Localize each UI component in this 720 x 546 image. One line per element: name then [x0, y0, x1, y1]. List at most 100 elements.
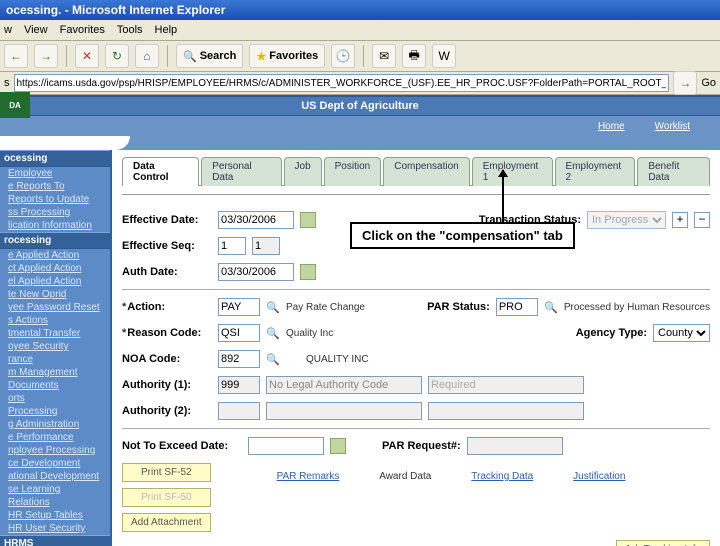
menu-item[interactable]: w [4, 24, 12, 36]
action-input[interactable] [218, 298, 260, 316]
effective-seq-1-input[interactable] [218, 237, 246, 255]
sidebar-item[interactable]: ct Applied Action [0, 262, 110, 275]
calendar-icon[interactable] [300, 264, 316, 280]
sidebar-item[interactable]: Processing [0, 405, 110, 418]
mail-button[interactable]: ✉ [372, 44, 396, 68]
justification-link[interactable]: Justification [573, 471, 625, 482]
sidebar-item[interactable]: m Management [0, 366, 110, 379]
authority-1-desc-input [266, 376, 422, 394]
tab-job[interactable]: Job [284, 157, 322, 186]
effective-seq-label: Effective Seq: [122, 240, 212, 252]
menu-item[interactable]: Tools [117, 24, 143, 36]
sidebar-item[interactable]: e Reports To [0, 180, 110, 193]
lookup-icon[interactable]: 🔍 [266, 300, 280, 314]
sidebar-item[interactable]: HR User Security [0, 522, 110, 535]
sidebar-item[interactable]: oyee Security [0, 340, 110, 353]
menu-item[interactable]: Favorites [60, 24, 105, 36]
back-button[interactable]: ← [4, 44, 28, 68]
par-remarks-link[interactable]: PAR Remarks [277, 471, 340, 482]
reason-code-label: Reason Code: [122, 327, 212, 339]
sidebar-item[interactable]: ational Development [0, 470, 110, 483]
favorites-button[interactable]: ★Favorites [249, 44, 325, 68]
tracking-data-link[interactable]: Tracking Data [471, 471, 533, 482]
sidebar-item[interactable]: ce Development [0, 457, 110, 470]
action-desc: Pay Rate Change [286, 302, 365, 313]
auth-date-input[interactable] [218, 263, 294, 281]
sidebar-item[interactable]: nployee Processing [0, 444, 110, 457]
delete-row-button[interactable]: − [694, 212, 710, 228]
agency-type-select[interactable]: County [653, 324, 710, 342]
par-status-input[interactable] [496, 298, 538, 316]
noa-code-input[interactable] [218, 350, 260, 368]
add-attachment-button[interactable]: Add Attachment [122, 513, 211, 532]
sidebar-item[interactable]: Documents [0, 379, 110, 392]
effective-date-input[interactable] [218, 211, 294, 229]
sidebar-item[interactable]: s Actions [0, 314, 110, 327]
search-icon: 🔍 [183, 50, 197, 63]
menu-item[interactable]: View [24, 24, 48, 36]
nte-date-input[interactable] [248, 437, 324, 455]
sidebar-item[interactable]: Reports to Update [0, 193, 110, 206]
nte-date-label: Not To Exceed Date: [122, 440, 242, 452]
sidebar-item[interactable]: orts [0, 392, 110, 405]
sidebar-item[interactable]: lication Information [0, 219, 110, 232]
tab-position[interactable]: Position [324, 157, 382, 186]
sidebar-item[interactable]: e Applied Action [0, 249, 110, 262]
print-sf52-button[interactable]: Print SF-52 [122, 463, 211, 482]
sidebar-item[interactable]: ss Processing [0, 206, 110, 219]
calendar-icon[interactable] [330, 438, 346, 454]
sidebar-item[interactable]: Employee [0, 167, 110, 180]
sidebar-item[interactable]: HR Setup Tables [0, 509, 110, 522]
sidebar-item[interactable]: yee Password Reset [0, 301, 110, 314]
go-button[interactable]: → [673, 71, 697, 95]
sidebar-item[interactable]: tmental Transfer [0, 327, 110, 340]
address-label: s [4, 77, 10, 89]
worklist-link[interactable]: Worklist [655, 121, 690, 132]
forward-button[interactable]: → [34, 44, 58, 68]
tab-data-control[interactable]: Data Control [122, 157, 199, 186]
effective-date-label: Effective Date: [122, 214, 212, 226]
header-curve [0, 136, 720, 150]
stop-button[interactable]: ✕ [75, 44, 99, 68]
add-row-button[interactable]: + [672, 212, 688, 228]
sidebar-item[interactable]: Relations [0, 496, 110, 509]
lookup-icon[interactable]: 🔍 [544, 300, 558, 314]
sidebar-item[interactable]: e Performance [0, 431, 110, 444]
reason-code-input[interactable] [218, 324, 260, 342]
sidebar-item[interactable]: rance [0, 353, 110, 366]
lookup-icon[interactable]: 🔍 [266, 326, 280, 340]
menu-item[interactable]: Help [155, 24, 178, 36]
home-button[interactable]: ⌂ [135, 44, 159, 68]
job-tracking-info-button[interactable]: Job Tracking Info [616, 540, 710, 546]
page-header: US Dept of Agriculture [0, 95, 720, 116]
lookup-icon[interactable]: 🔍 [266, 352, 280, 366]
transaction-status-select: In Progress [587, 211, 666, 229]
authority-2-input [218, 402, 260, 420]
tab-employment-2[interactable]: Employment 2 [555, 157, 636, 186]
sidebar-item[interactable]: se Learning [0, 483, 110, 496]
noa-desc: QUALITY INC [306, 354, 369, 365]
authority-2-req-input [428, 402, 584, 420]
refresh-button[interactable]: ↻ [105, 44, 129, 68]
reason-desc: Quality Inc [286, 328, 333, 339]
sidebar-section: HRMS [0, 535, 110, 546]
search-button[interactable]: 🔍Search [176, 44, 243, 68]
home-link[interactable]: Home [598, 121, 625, 132]
tab-compensation[interactable]: Compensation [383, 157, 469, 186]
address-input[interactable] [14, 74, 670, 92]
agency-type-label: Agency Type: [576, 327, 647, 339]
star-icon: ★ [256, 50, 266, 63]
tab-employment-1[interactable]: Employment 1 [472, 157, 553, 186]
history-button[interactable]: 🕒 [331, 44, 355, 68]
tab-benefit-data[interactable]: Benefit Data [637, 157, 710, 186]
tab-personal-data[interactable]: Personal Data [201, 157, 281, 186]
sidebar-item[interactable]: el Applied Action [0, 275, 110, 288]
par-status-label: PAR Status: [427, 301, 490, 313]
edit-button[interactable]: W [432, 44, 456, 68]
print-button[interactable]: 🖶 [402, 44, 426, 68]
sidebar-item[interactable]: g Administration [0, 418, 110, 431]
calendar-icon[interactable] [300, 212, 316, 228]
sidebar-item[interactable]: te New Oprid [0, 288, 110, 301]
sidebar: ocessingEmployeee Reports ToReports to U… [0, 150, 112, 546]
annotation-callout: Click on the "compensation" tab [350, 222, 575, 249]
